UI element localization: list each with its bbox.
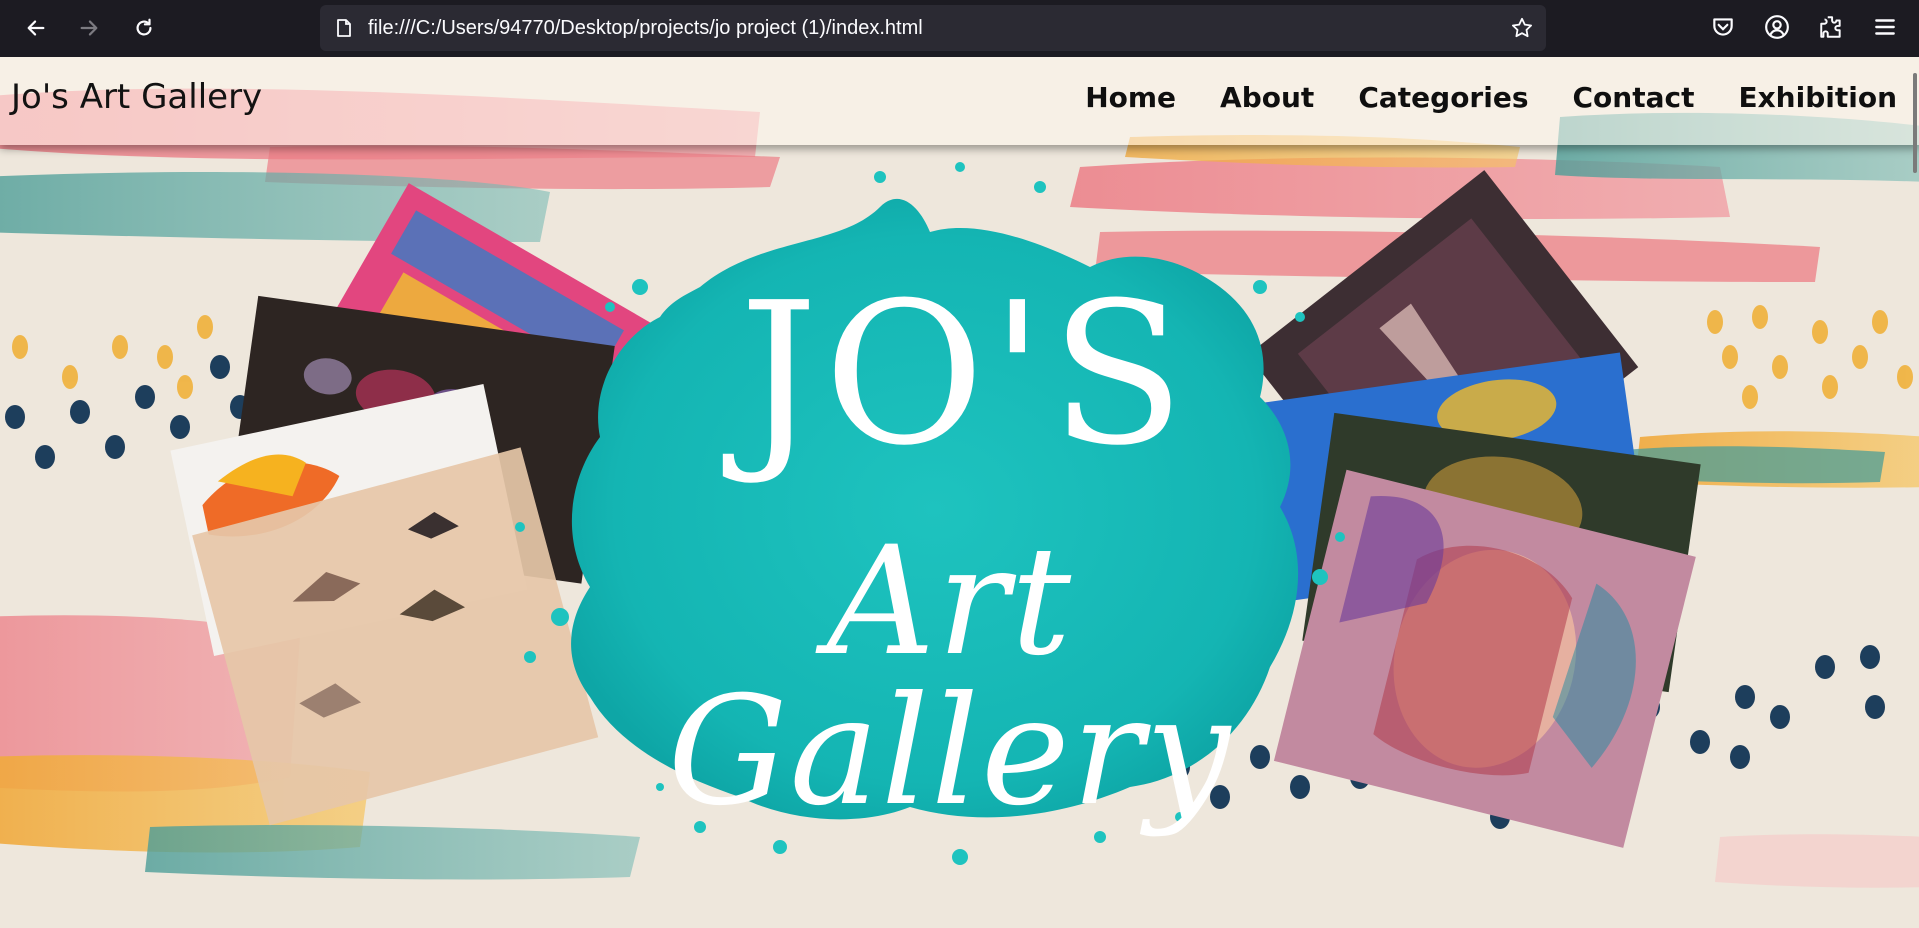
- arrow-left-icon: [27, 20, 45, 36]
- star-icon[interactable]: [1510, 16, 1534, 40]
- extensions-icon[interactable]: [1818, 14, 1844, 40]
- site-logo[interactable]: Jo's Art Gallery: [11, 77, 262, 117]
- nav-exhibition[interactable]: Exhibition: [1738, 81, 1897, 114]
- reload-icon: [136, 18, 152, 36]
- account-icon[interactable]: [1764, 14, 1790, 40]
- nav-home[interactable]: Home: [1085, 81, 1176, 114]
- nav-about[interactable]: About: [1220, 81, 1314, 114]
- browser-toolbar: file:///C:/Users/94770/Desktop/projects/…: [0, 0, 1919, 57]
- arrow-right-icon: [80, 20, 98, 36]
- address-bar[interactable]: file:///C:/Users/94770/Desktop/projects/…: [320, 5, 1546, 51]
- page-viewport: JO'S Art Gallery Jo's Art Gallery Home A…: [0, 57, 1919, 928]
- site-header: Jo's Art Gallery Home About Categories C…: [0, 57, 1919, 173]
- reload-button[interactable]: [128, 12, 160, 44]
- pocket-icon[interactable]: [1710, 14, 1736, 40]
- back-button[interactable]: [20, 12, 52, 44]
- site-nav: Home About Categories Contact Exhibition: [1041, 81, 1897, 114]
- document-icon: [337, 19, 351, 37]
- forward-button[interactable]: [73, 12, 105, 44]
- url-text[interactable]: file:///C:/Users/94770/Desktop/projects/…: [368, 5, 923, 51]
- nav-contact[interactable]: Contact: [1573, 81, 1695, 114]
- scrollbar-thumb[interactable]: [1913, 73, 1917, 173]
- menu-icon[interactable]: [1872, 14, 1898, 40]
- hero-banner-image: [0, 57, 1919, 928]
- nav-categories[interactable]: Categories: [1358, 81, 1528, 114]
